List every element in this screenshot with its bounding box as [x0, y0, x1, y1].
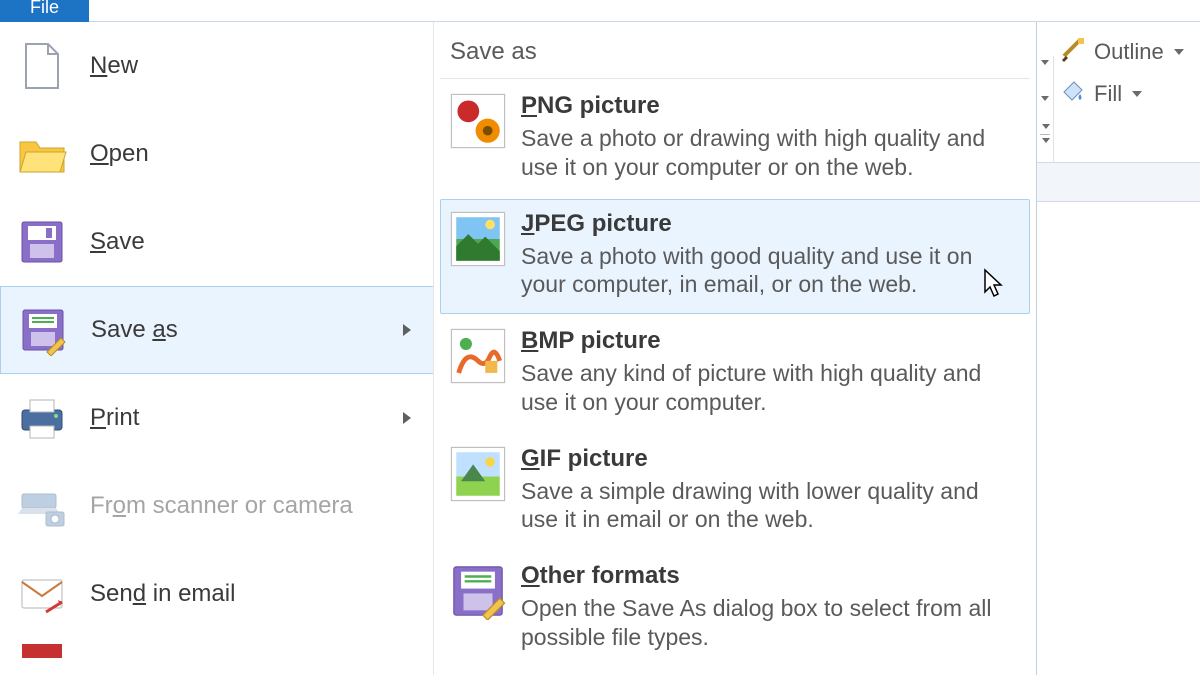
other-formats-icon [449, 562, 507, 620]
menu-item-open[interactable]: Open [0, 110, 433, 198]
new-icon [16, 40, 68, 92]
menu-item-save-as[interactable]: Save as [0, 286, 433, 374]
bmp-picture-icon [449, 327, 507, 385]
option-gif-picture[interactable]: GIF picture Save a simple drawing with l… [440, 434, 1030, 550]
png-picture-icon [449, 92, 507, 150]
option-bmp-picture[interactable]: BMP picture Save any kind of picture wit… [440, 316, 1030, 432]
ribbon-dropdown-small-2[interactable] [1041, 92, 1051, 102]
menu-item-label: New [90, 52, 138, 80]
file-tab-label: File [30, 0, 59, 14]
scanner-icon [16, 480, 68, 532]
email-icon [16, 568, 68, 620]
open-icon [16, 128, 68, 180]
option-description: Save a simple drawing with lower quality… [521, 477, 1001, 535]
menu-item-label: Save [90, 228, 145, 256]
fill-icon [1060, 78, 1086, 110]
save-icon [16, 216, 68, 268]
partial-icon [16, 642, 68, 658]
print-icon [16, 392, 68, 444]
submenu-arrow-icon [403, 412, 411, 424]
ribbon-dropdown-small-1[interactable] [1041, 56, 1051, 66]
chevron-down-icon [1174, 49, 1184, 55]
menu-item-send-email[interactable]: Send in email [0, 550, 433, 638]
option-title: JPEG picture [521, 210, 1019, 238]
menu-item-label: Print [90, 404, 139, 432]
fill-label: Fill [1094, 81, 1122, 107]
option-png-picture[interactable]: PNG picture Save a photo or drawing with… [440, 81, 1030, 197]
fill-button[interactable]: Fill [1060, 78, 1184, 110]
menu-item-partial[interactable] [0, 638, 433, 658]
menu-item-label: Save as [91, 316, 178, 344]
menu-item-label: From scanner or camera [90, 492, 353, 520]
outline-button[interactable]: Outline [1060, 36, 1184, 68]
menu-item-label: Open [90, 140, 149, 168]
menu-item-new[interactable]: New [0, 22, 433, 110]
file-menu-dropdown: New Open Save [0, 22, 1037, 675]
option-title: BMP picture [521, 327, 1019, 355]
option-description: Save a photo or drawing with high qualit… [521, 124, 1001, 182]
gif-picture-icon [449, 445, 507, 503]
ribbon-peek-controls: Outline Fill [1060, 36, 1184, 110]
menu-item-label: Send in email [90, 580, 235, 608]
menu-item-from-scanner: From scanner or camera [0, 462, 433, 550]
outline-label: Outline [1094, 39, 1164, 65]
save-as-submenu: Save as PNG picture Save a photo or draw… [434, 22, 1036, 675]
submenu-title: Save as [440, 30, 1030, 79]
option-jpeg-picture[interactable]: JPEG picture Save a photo with good qual… [440, 199, 1030, 315]
file-menu-left-column: New Open Save [0, 22, 434, 675]
option-title: Other formats [521, 562, 1019, 590]
option-description: Save any kind of picture with high quali… [521, 359, 1001, 417]
option-description: Save a photo with good quality and use i… [521, 242, 1001, 300]
option-description: Open the Save As dialog box to select fr… [521, 594, 1001, 652]
option-title: GIF picture [521, 445, 1019, 473]
chevron-down-icon [1132, 91, 1142, 97]
option-other-formats[interactable]: Other formats Open the Save As dialog bo… [440, 551, 1030, 667]
submenu-arrow-icon [403, 324, 411, 336]
ribbon-tab-bar: File [0, 0, 1200, 22]
save-as-icon [17, 304, 69, 356]
jpeg-picture-icon [449, 210, 507, 268]
ribbon-gallery-arrows[interactable] [1040, 124, 1052, 152]
file-tab[interactable]: File [0, 0, 89, 22]
menu-item-save[interactable]: Save [0, 198, 433, 286]
option-title: PNG picture [521, 92, 1019, 120]
outline-icon [1060, 36, 1086, 68]
menu-item-print[interactable]: Print [0, 374, 433, 462]
ribbon-group-band [1037, 162, 1200, 202]
